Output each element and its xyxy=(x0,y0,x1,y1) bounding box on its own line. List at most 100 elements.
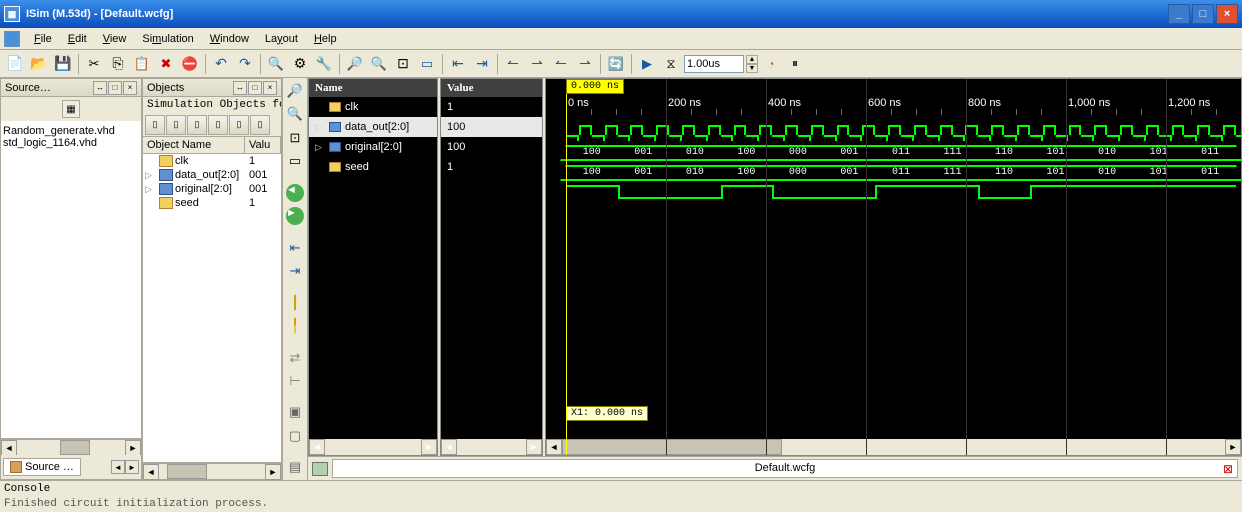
side-cursor-snap[interactable]: ⊢ xyxy=(284,370,306,392)
undo-button[interactable] xyxy=(210,53,232,75)
signal-value-row[interactable]: 1 xyxy=(441,157,542,177)
menu-window[interactable]: Window xyxy=(202,31,257,47)
prev-trans-button[interactable] xyxy=(502,53,524,75)
obj-tb-6[interactable]: ▯ xyxy=(250,115,270,135)
source-toolbar-button[interactable]: ▦ xyxy=(62,100,80,118)
signal-name-row[interactable]: clk xyxy=(309,97,437,117)
scrollbar-thumb[interactable] xyxy=(60,440,90,455)
zoom-sel-button[interactable] xyxy=(416,53,438,75)
side-marker-del[interactable]: ╿ xyxy=(284,315,306,337)
time-ruler[interactable]: 0 ns200 ns400 ns600 ns800 ns1,000 ns1,20… xyxy=(546,97,1241,123)
side-next-edge[interactable]: ⇥ xyxy=(284,260,306,282)
side-group[interactable]: ▣ xyxy=(284,402,306,424)
waveform-row-original[interactable]: 100001010100000001011111110101010101011 xyxy=(546,163,1241,183)
new-button[interactable] xyxy=(4,53,26,75)
stop-button[interactable] xyxy=(179,53,201,75)
zoom-out-button[interactable] xyxy=(368,53,390,75)
object-row[interactable]: ▷ original[2:0] 001 xyxy=(143,182,281,196)
wave-scroll-track[interactable] xyxy=(562,439,1225,455)
save-button[interactable] xyxy=(52,53,74,75)
scrollbar-track[interactable] xyxy=(159,464,265,479)
zoom-fit-button[interactable] xyxy=(392,53,414,75)
obj-tb-5[interactable]: ▯ xyxy=(229,115,249,135)
refresh-button[interactable] xyxy=(605,53,627,75)
side-zoom-sel[interactable]: ▭ xyxy=(284,151,306,173)
signal-value-row[interactable]: 100 xyxy=(441,137,542,157)
find-button[interactable] xyxy=(265,53,287,75)
scrollbar-thumb[interactable] xyxy=(167,464,207,479)
side-view-mode[interactable]: ▤ xyxy=(284,457,306,479)
obj-tb-1[interactable]: ▯ xyxy=(145,115,165,135)
side-marker-add[interactable]: ┃ xyxy=(284,292,306,314)
run-time-input[interactable] xyxy=(684,55,744,73)
doc-tab-close[interactable]: ⊠ xyxy=(1223,462,1233,476)
panel-undock-button[interactable]: ↔ xyxy=(93,81,107,95)
next-trans-button[interactable] xyxy=(526,53,548,75)
settings-button[interactable] xyxy=(289,53,311,75)
menu-help[interactable]: Help xyxy=(306,31,345,47)
obj-col-value[interactable]: Valu xyxy=(245,137,281,153)
run-for-button[interactable] xyxy=(660,53,682,75)
scroll-right[interactable]: ► xyxy=(526,439,542,455)
scroll-left-button[interactable]: ◄ xyxy=(143,464,159,480)
minimize-button[interactable]: _ xyxy=(1168,4,1190,24)
side-zoom-fit[interactable]: ⊡ xyxy=(284,127,306,149)
side-zoom-in[interactable]: 🔎 xyxy=(284,80,306,102)
source-tab[interactable]: Source … xyxy=(3,458,81,476)
waveform-row-data_out[interactable]: 100001010100000001011111110101010101011 xyxy=(546,143,1241,163)
run-button[interactable] xyxy=(636,53,658,75)
panel-maximize-button[interactable]: □ xyxy=(108,81,122,95)
maximize-button[interactable]: □ xyxy=(1192,4,1214,24)
spinner-up[interactable]: ▲ xyxy=(746,55,758,64)
signal-name-row[interactable]: seed xyxy=(309,157,437,177)
waveform-canvas[interactable]: 0.000 ns 0 ns200 ns400 ns600 ns800 ns1,0… xyxy=(545,78,1242,456)
wave-scroll-right[interactable]: ► xyxy=(1225,439,1241,455)
zoom-in-button[interactable] xyxy=(344,53,366,75)
break-button[interactable] xyxy=(784,53,806,75)
scrollbar-track[interactable] xyxy=(17,440,125,455)
scroll-left-button[interactable]: ◄ xyxy=(1,440,17,456)
side-goto-left[interactable]: ◄ xyxy=(284,182,306,204)
waveform-cursor[interactable] xyxy=(566,79,567,455)
val-scroll-track[interactable] xyxy=(457,439,526,455)
delete-button[interactable] xyxy=(155,53,177,75)
source-file-item[interactable]: std_logic_1164.vhd xyxy=(3,137,139,149)
goto-start-button[interactable] xyxy=(447,53,469,75)
scroll-right-button[interactable]: ► xyxy=(265,464,281,480)
waveform-row-seed[interactable] xyxy=(546,183,1241,203)
cut-button[interactable] xyxy=(83,53,105,75)
time-spinner[interactable]: ▲ ▼ xyxy=(746,55,758,73)
name-scroll-track[interactable] xyxy=(325,439,421,455)
paste-button[interactable] xyxy=(131,53,153,75)
menu-layout[interactable]: Layout xyxy=(257,31,306,47)
side-cursor-swap[interactable]: ⇄ xyxy=(284,347,306,369)
obj-col-name[interactable]: Object Name xyxy=(143,137,245,153)
next-edge-button[interactable] xyxy=(574,53,596,75)
close-button[interactable]: × xyxy=(1216,4,1238,24)
scroll-left[interactable]: ◄ xyxy=(441,439,457,455)
object-row[interactable]: seed 1 xyxy=(143,196,281,210)
obj-tb-2[interactable]: ▯ xyxy=(166,115,186,135)
object-row[interactable]: clk 1 xyxy=(143,154,281,168)
source-file-item[interactable]: Random_generate.vhd xyxy=(3,125,139,137)
menu-view[interactable]: View xyxy=(95,31,135,47)
side-goto-right[interactable]: ► xyxy=(284,206,306,228)
menu-edit[interactable]: Edit xyxy=(60,31,95,47)
panel-maximize-button[interactable]: □ xyxy=(248,81,262,95)
tab-nav-left[interactable]: ◄ xyxy=(111,460,125,474)
obj-tb-3[interactable]: ▯ xyxy=(187,115,207,135)
side-zoom-out[interactable]: 🔍 xyxy=(284,104,306,126)
wave-scroll-thumb[interactable] xyxy=(562,439,782,455)
panel-undock-button[interactable]: ↔ xyxy=(233,81,247,95)
obj-tb-4[interactable]: ▯ xyxy=(208,115,228,135)
signal-value-row[interactable]: 100 xyxy=(441,117,542,137)
redo-button[interactable] xyxy=(234,53,256,75)
tools-button[interactable] xyxy=(313,53,335,75)
waveform-row-clk[interactable] xyxy=(546,123,1241,143)
side-ungroup[interactable]: ▢ xyxy=(284,425,306,447)
copy-button[interactable] xyxy=(107,53,129,75)
menu-simulation[interactable]: Simulation xyxy=(134,31,201,47)
spinner-down[interactable]: ▼ xyxy=(746,64,758,73)
panel-close-button[interactable]: × xyxy=(123,81,137,95)
object-row[interactable]: ▷ data_out[2:0] 001 xyxy=(143,168,281,182)
